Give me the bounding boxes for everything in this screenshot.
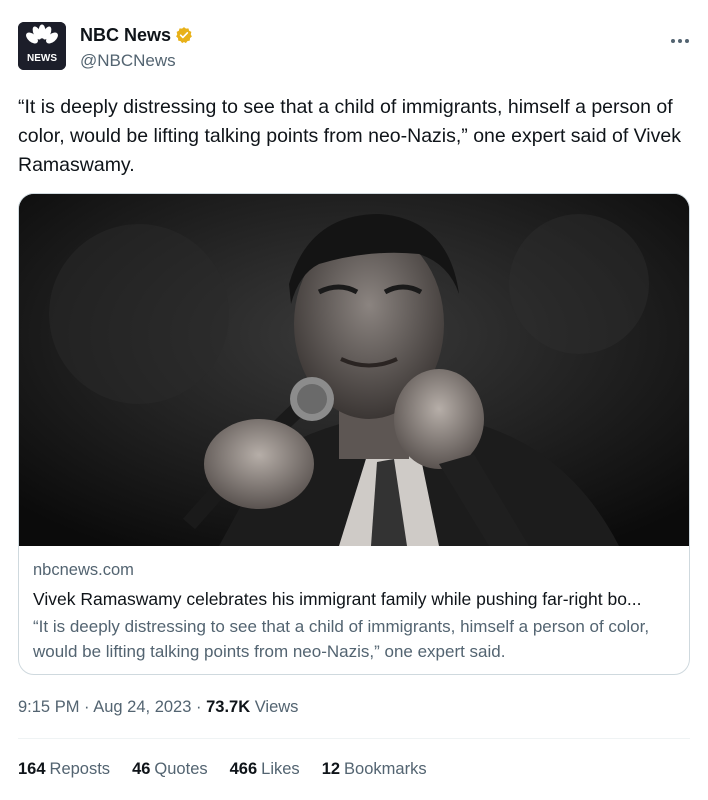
account-display-name[interactable]: NBC News <box>80 24 193 46</box>
tweet-time[interactable]: 9:15 PM <box>18 698 79 716</box>
reposts-count: 164 <box>18 760 46 778</box>
speaker-photo <box>19 194 689 546</box>
account-names: NBC News @NBCNews <box>80 24 193 72</box>
separator-dot: · <box>84 698 90 716</box>
quotes-label: Quotes <box>154 760 208 778</box>
card-image[interactable] <box>19 194 689 546</box>
nbc-peacock-logo: NEWS <box>18 22 66 70</box>
likes-count: 466 <box>229 760 258 778</box>
display-name-text[interactable]: NBC News <box>80 24 171 46</box>
verified-badge-icon <box>176 27 192 44</box>
card-title[interactable]: Vivek Ramaswamy celebrates his immigrant… <box>33 587 675 611</box>
likes-label: Likes <box>261 760 300 778</box>
nbc-news-avatar[interactable]: NEWS <box>18 22 66 70</box>
quotes-stat[interactable]: 46 Quotes <box>132 758 208 780</box>
tweet-text: “It is deeply distressing to see that a … <box>18 96 681 176</box>
tweet-date[interactable]: Aug 24, 2023 <box>93 698 191 716</box>
link-card[interactable]: nbcnews.com Vivek Ramaswamy celebrates h… <box>18 193 690 675</box>
reposts-stat[interactable]: 164 Reposts <box>18 758 110 780</box>
separator-dot: · <box>196 698 202 716</box>
likes-stat[interactable]: 466 Likes <box>230 758 300 780</box>
card-domain[interactable]: nbcnews.com <box>33 559 675 581</box>
divider <box>18 738 690 739</box>
tweet-header: NEWS NBC News @NBCNews <box>18 22 690 74</box>
engagement-stats: 164 Reposts 46 Quotes 466 Likes 12 Bookmarks <box>18 758 427 780</box>
account-handle[interactable]: @NBCNews <box>80 50 193 72</box>
svg-text:NEWS: NEWS <box>27 53 57 64</box>
reposts-label: Reposts <box>49 760 111 778</box>
bookmarks-count: 12 <box>321 760 341 778</box>
views-count: 73.7K <box>206 698 251 716</box>
card-description: “It is deeply distressing to see that a … <box>33 617 650 661</box>
bookmarks-label: Bookmarks <box>344 760 427 778</box>
bookmarks-stat[interactable]: 12 Bookmarks <box>322 758 427 780</box>
quotes-count: 46 <box>132 760 151 778</box>
tweet-timestamp: 9:15 PM · Aug 24, 2023 · 73.7K Views <box>18 696 298 718</box>
card-meta: nbcnews.com Vivek Ramaswamy celebrates h… <box>33 559 675 664</box>
views-label: Views <box>254 698 299 716</box>
more-horizontal-icon[interactable] <box>670 28 690 49</box>
